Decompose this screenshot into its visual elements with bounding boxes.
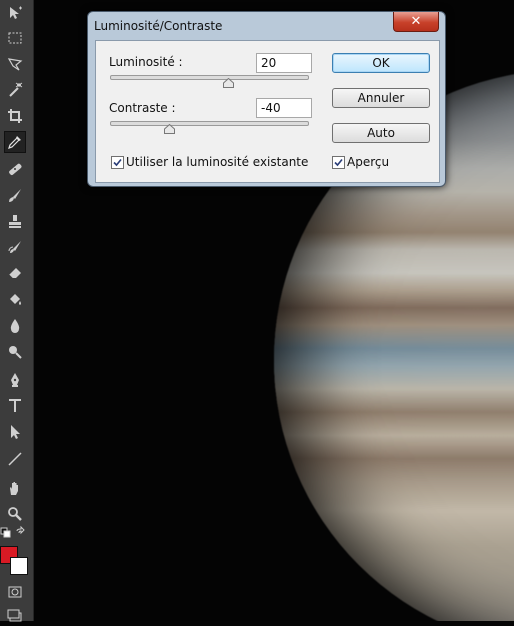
lasso-icon[interactable] bbox=[4, 53, 26, 75]
pen-icon[interactable] bbox=[4, 369, 26, 391]
auto-button[interactable]: Auto bbox=[332, 123, 430, 143]
magic-wand-icon[interactable] bbox=[4, 79, 26, 101]
brightness-input[interactable]: 20 bbox=[256, 53, 312, 73]
default-colors-icon[interactable] bbox=[0, 527, 12, 539]
legacy-checkbox[interactable] bbox=[111, 156, 124, 169]
contrast-slider-thumb[interactable] bbox=[163, 124, 175, 134]
dialog-body: Luminosité : 20 Contraste : -40 Utiliser… bbox=[95, 40, 440, 183]
hand-icon[interactable] bbox=[4, 477, 26, 499]
line-icon[interactable] bbox=[4, 448, 26, 470]
swap-colors-icon[interactable] bbox=[15, 525, 27, 539]
paint-bucket-icon[interactable] bbox=[4, 289, 26, 311]
eraser-icon[interactable] bbox=[4, 262, 26, 284]
brightness-contrast-dialog: Luminosité/Contraste ✕ Luminosité : 20 C… bbox=[87, 11, 446, 187]
brush-icon[interactable] bbox=[4, 184, 26, 206]
dialog-title: Luminosité/Contraste bbox=[94, 19, 223, 33]
clone-stamp-icon[interactable] bbox=[4, 210, 26, 232]
contrast-slider-track[interactable] bbox=[110, 121, 309, 126]
tools-panel bbox=[0, 0, 34, 622]
brightness-label: Luminosité : bbox=[109, 55, 183, 69]
healing-brush-icon[interactable] bbox=[4, 158, 26, 180]
history-brush-icon[interactable] bbox=[4, 236, 26, 258]
legacy-checkbox-label[interactable]: Utiliser la luminosité existante bbox=[126, 155, 308, 169]
dodge-icon[interactable] bbox=[4, 341, 26, 363]
move-icon[interactable] bbox=[4, 2, 26, 24]
background-color-swatch[interactable] bbox=[10, 557, 28, 575]
blur-icon[interactable] bbox=[4, 315, 26, 337]
marquee-icon[interactable] bbox=[4, 27, 26, 49]
contrast-label: Contraste : bbox=[109, 101, 176, 115]
preview-checkbox[interactable] bbox=[332, 156, 345, 169]
path-selection-icon[interactable] bbox=[4, 421, 26, 443]
type-icon[interactable] bbox=[4, 395, 26, 417]
screen-mode-icon[interactable] bbox=[4, 604, 26, 626]
brightness-slider-thumb[interactable] bbox=[222, 78, 234, 88]
zoom-icon[interactable] bbox=[4, 503, 26, 525]
checkmark-icon bbox=[113, 158, 122, 167]
cancel-button[interactable]: Annuler bbox=[332, 88, 430, 108]
eyedropper-icon[interactable] bbox=[4, 131, 26, 153]
brightness-slider-track[interactable] bbox=[110, 75, 309, 80]
crop-icon[interactable] bbox=[4, 105, 26, 127]
preview-checkbox-label[interactable]: Aperçu bbox=[347, 155, 389, 169]
close-button[interactable]: ✕ bbox=[393, 12, 439, 32]
close-icon: ✕ bbox=[410, 14, 422, 29]
ok-button[interactable]: OK bbox=[332, 53, 430, 73]
contrast-input[interactable]: -40 bbox=[256, 98, 312, 118]
quick-mask-icon[interactable] bbox=[4, 581, 26, 603]
checkmark-icon bbox=[334, 158, 343, 167]
